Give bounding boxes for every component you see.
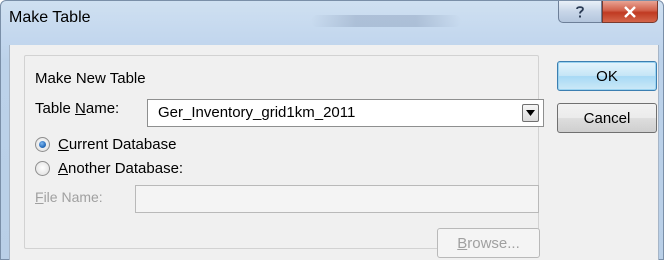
- file-name-label: File Name:: [35, 189, 103, 205]
- chevron-down-icon: [526, 110, 535, 116]
- help-icon: [576, 5, 584, 17]
- dropdown-button[interactable]: [522, 104, 539, 122]
- radio-selected-dot: [39, 141, 46, 148]
- group-legend: Make New Table: [35, 70, 146, 87]
- another-database-label: Another Database:: [58, 160, 184, 177]
- current-database-radio[interactable]: [35, 137, 50, 152]
- browse-button[interactable]: Browse...: [437, 228, 540, 258]
- close-icon: [624, 5, 636, 18]
- current-database-label: Current Database: [58, 136, 177, 153]
- table-name-combobox[interactable]: Ger_Inventory_grid1km_2011: [147, 99, 544, 127]
- dialog-body: Make New Table Table Name: Ger_Inventory…: [9, 45, 659, 260]
- close-button[interactable]: [602, 1, 658, 23]
- cancel-button[interactable]: Cancel: [557, 103, 657, 133]
- another-database-radio[interactable]: [35, 161, 50, 176]
- title-bar-background: [311, 15, 461, 27]
- file-name-input[interactable]: [135, 185, 539, 213]
- help-button[interactable]: [558, 1, 602, 23]
- another-database-option[interactable]: Another Database:: [35, 160, 183, 177]
- window-title: Make Table: [9, 9, 91, 26]
- table-name-value: Ger_Inventory_grid1km_2011: [158, 104, 356, 121]
- make-new-table-group: Make New Table Table Name: Ger_Inventory…: [24, 55, 544, 258]
- ok-button[interactable]: OK: [557, 61, 657, 91]
- make-table-dialog: Make Table Make New Table Table Name: Ge…: [0, 0, 664, 260]
- current-database-option[interactable]: Current Database: [35, 136, 176, 153]
- table-name-label: Table Name:: [35, 100, 120, 117]
